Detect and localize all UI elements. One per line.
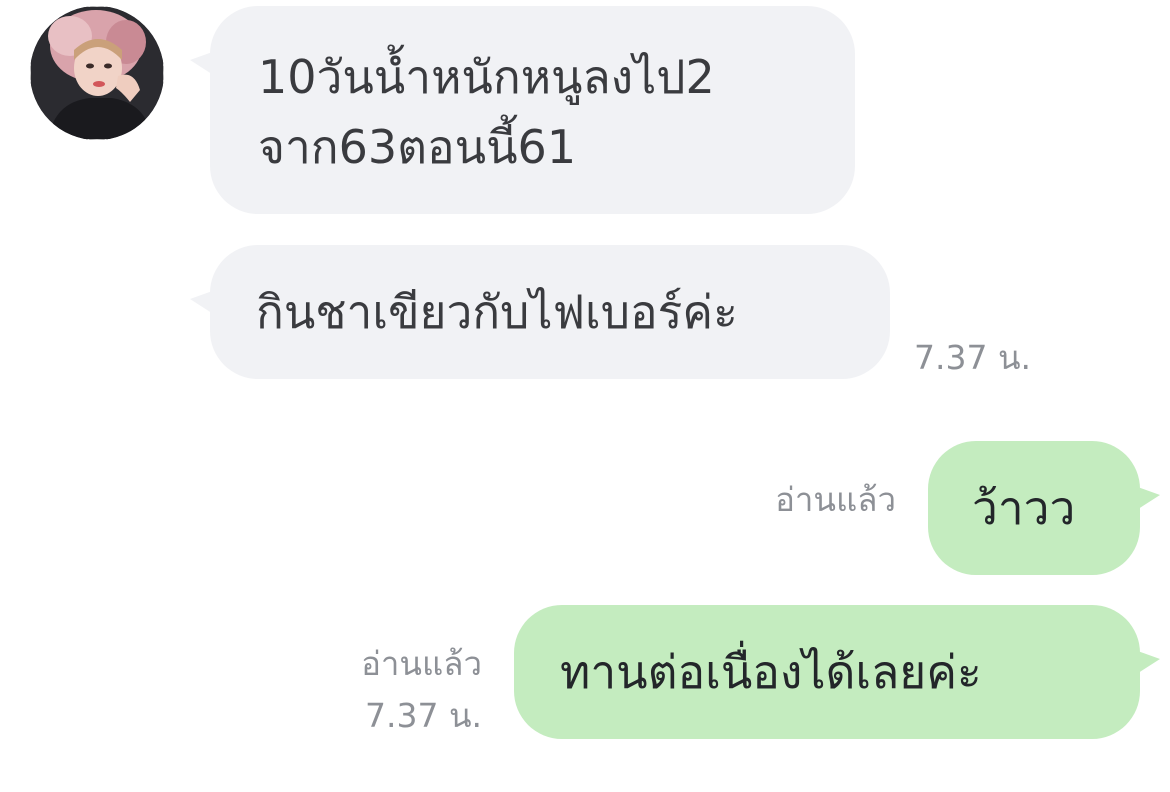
read-receipt: อ่านแล้ว bbox=[775, 480, 896, 519]
avatar-photo-icon bbox=[30, 6, 164, 140]
message-bubble[interactable]: กินชาเขียวกับไฟเบอร์ค่ะ bbox=[190, 245, 890, 379]
message-text: กินชาเขียวกับไฟเบอร์ค่ะ bbox=[256, 285, 738, 339]
message-text: ทานต่อเนื่องได้เลยค่ะ bbox=[560, 645, 982, 699]
message-bubble[interactable]: ทานต่อเนื่องได้เลยค่ะ bbox=[514, 605, 1160, 739]
message-bubble[interactable]: 10วันน้ำหนักหนูลงไป2 จาก63ตอนนี้61 bbox=[190, 6, 855, 214]
message-text: จาก63ตอนนี้61 bbox=[258, 120, 577, 174]
message-timestamp: 7.37 น. bbox=[914, 338, 1032, 377]
read-receipt: อ่านแล้ว bbox=[361, 644, 482, 683]
bubble-tail bbox=[1132, 649, 1160, 677]
chat-thread: 10วันน้ำหนักหนูลงไป2 จาก63ตอนนี้61 กินชา… bbox=[0, 0, 1170, 792]
message-timestamp: 7.37 น. bbox=[364, 696, 482, 735]
bubble-tail bbox=[190, 289, 218, 317]
contact-avatar[interactable] bbox=[30, 6, 164, 140]
bubble-tail bbox=[190, 50, 218, 78]
bubble-tail bbox=[1132, 485, 1160, 513]
message-bubble[interactable]: ว้าวว bbox=[928, 441, 1160, 575]
message-text: 10วันน้ำหนักหนูลงไป2 bbox=[258, 50, 715, 104]
message-text: ว้าวว bbox=[972, 481, 1076, 535]
